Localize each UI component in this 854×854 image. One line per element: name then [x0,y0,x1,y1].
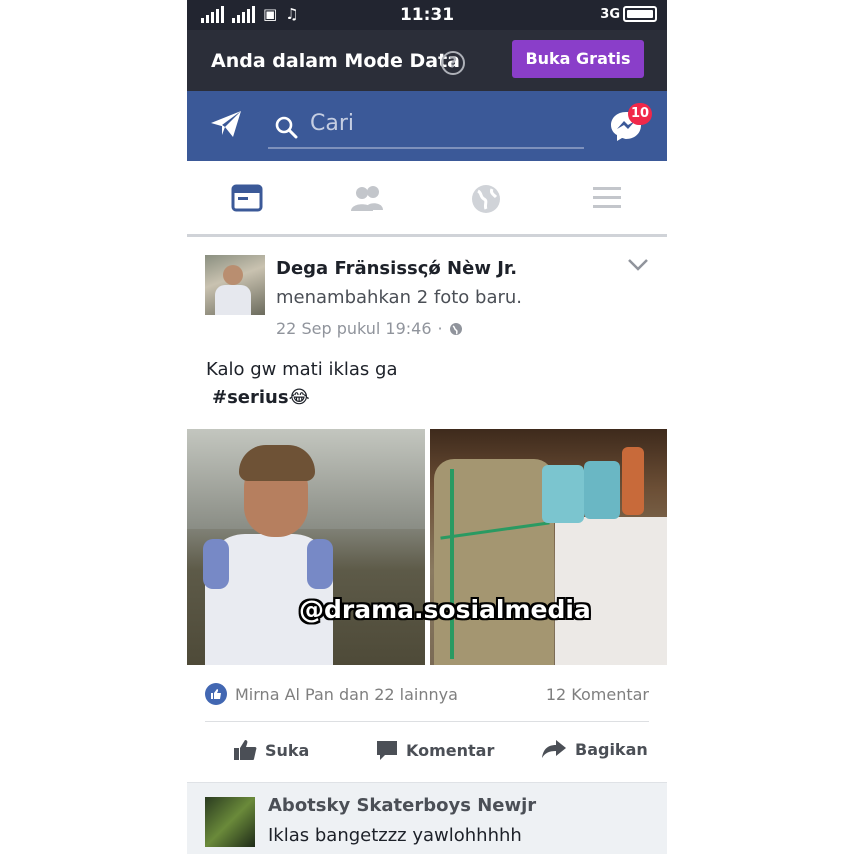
likes-text: Mirna Al Pan dan 22 lainnya [235,684,458,704]
post-actions: Suka Komentar Bagikan [187,735,667,769]
send-icon[interactable] [209,109,243,143]
data-mode-message: Anda dalam Mode Data [211,50,460,72]
phone-screen: ▣ ♫ 11:31 3G Anda dalam Mode Data ? Buka… [187,0,667,854]
comment-text: Iklas bangetzzz yawlohhhhh [268,825,522,846]
share-icon [542,740,566,758]
chevron-down-icon[interactable] [627,257,649,276]
feed-post: Dega Fränsissςǿ Nèw Jr. menambahkan 2 fo… [187,237,667,782]
comments-count[interactable]: 12 Komentar [546,685,649,704]
tab-notifications[interactable] [470,183,502,213]
like-label: Suka [265,740,310,760]
post-time[interactable]: 22 Sep pukul 19:46 [276,319,432,338]
friends-icon [351,186,383,211]
post-photo-1[interactable] [187,429,425,665]
post-author[interactable]: Dega Fränsissςǿ Nèw Jr. [276,258,517,279]
post-meta: 22 Sep pukul 19:46 · [276,319,463,338]
post-text-line1: Kalo gw mati iklas ga [206,359,398,380]
like-reaction-icon [205,683,227,705]
share-button[interactable]: Bagikan [541,739,648,759]
search-placeholder: Cari [310,111,354,136]
post-photo-2[interactable] [430,429,667,665]
status-icons-right: 3G [600,6,657,22]
post-text-line2: #serius😂 [212,387,310,408]
battery-icon [623,6,657,22]
tab-friends[interactable] [349,183,383,213]
comment-preview[interactable]: Abotsky Skaterboys Newjr Iklas bangetzzz… [187,782,667,854]
thumbs-up-icon [234,740,257,760]
share-label: Bagikan [575,739,648,759]
news-feed-icon [231,184,263,212]
tab-menu[interactable] [591,183,623,213]
watermark-text: @drama.sosialmedia [299,595,591,624]
menu-icon [593,187,621,208]
divider [205,721,649,722]
network-type: 3G [600,6,620,22]
comment-label: Komentar [406,740,495,760]
messenger-badge: 10 [628,103,652,125]
post-action: menambahkan 2 foto baru. [276,287,523,308]
open-free-button[interactable]: Buka Gratis [512,40,644,78]
author-avatar[interactable] [205,255,265,315]
commenter-name[interactable]: Abotsky Skaterboys Newjr [268,795,536,816]
globe-icon [472,185,500,213]
commenter-avatar[interactable] [205,797,255,847]
like-button[interactable]: Suka [233,739,309,761]
meta-separator: · [437,319,443,338]
likes-summary[interactable]: Mirna Al Pan dan 22 lainnya [205,683,458,705]
public-globe-icon [449,322,462,335]
tab-bar [187,161,667,237]
status-bar: ▣ ♫ 11:31 3G [187,0,667,30]
comment-icon [377,741,397,760]
data-mode-bar: Anda dalam Mode Data ? Buka Gratis [187,30,667,91]
comment-button[interactable]: Komentar [376,739,494,761]
facebook-header: Cari 10 [187,91,667,161]
search-icon [275,116,298,139]
search-input[interactable]: Cari [268,105,584,149]
tab-news-feed[interactable] [231,183,263,213]
clock: 11:31 [399,5,455,25]
help-icon[interactable]: ? [441,51,465,75]
